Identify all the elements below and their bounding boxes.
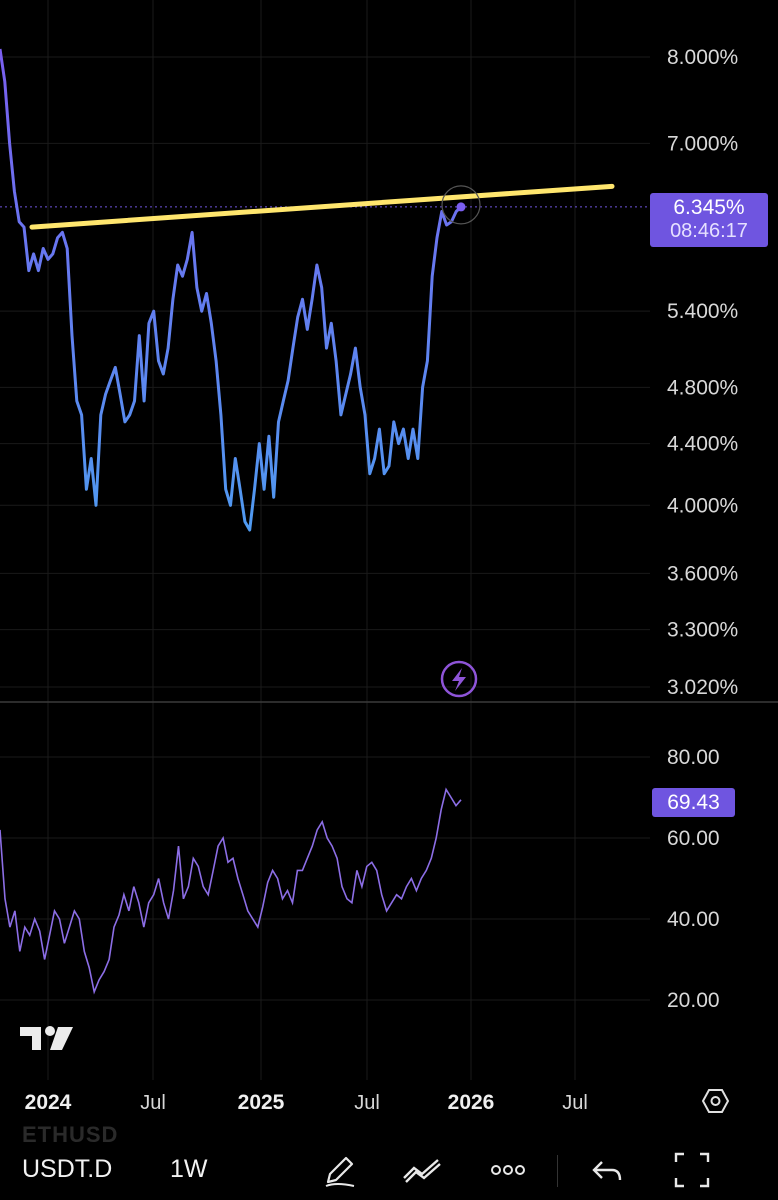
time-tick-label: Jul xyxy=(354,1092,380,1114)
price-series-line xyxy=(0,48,463,532)
rsi-tick-label: 60.00 xyxy=(667,827,720,850)
indicators-icon[interactable] xyxy=(400,1148,444,1192)
timeframe-button[interactable]: 1W xyxy=(170,1155,208,1184)
time-tick-label: Jul xyxy=(140,1092,166,1114)
more-icon[interactable] xyxy=(486,1148,530,1192)
price-tick-label: 3.020% xyxy=(667,676,738,699)
time-tick-label: 2026 xyxy=(448,1091,495,1114)
settings-hexagon-icon[interactable] xyxy=(701,1089,730,1113)
time-tick-label: Jul xyxy=(562,1092,588,1114)
tradingview-logo xyxy=(20,1026,73,1050)
pencil-icon[interactable] xyxy=(318,1148,362,1192)
chart-canvas[interactable]: 8.000% 7.000% 6.345% 5.400% 4.800% 4.400% 4.00… xyxy=(0,0,778,1200)
ghost-symbol: ETHUSD xyxy=(22,1122,119,1147)
rsi-axis: 80.00 60.00 40.00 20.00 xyxy=(667,746,720,1012)
price-tick-label: 4.000% xyxy=(667,494,738,517)
grid xyxy=(0,0,650,1080)
price-axis: 8.000%7.000%6.345%5.400%4.800%4.400%4.00… xyxy=(667,46,738,699)
time-tick-label: 2024 xyxy=(25,1091,72,1114)
last-price-badge: 6.345% 08:46:17 xyxy=(650,193,768,247)
toolbar-separator xyxy=(557,1155,558,1187)
price-tick-label: 3.300% xyxy=(667,619,738,642)
last-price-point xyxy=(456,202,466,212)
rsi-value-badge: 69.43 xyxy=(652,788,735,817)
time-tick-label: 2025 xyxy=(238,1091,285,1114)
rsi-tick-label: 20.00 xyxy=(667,989,720,1012)
fullscreen-icon[interactable] xyxy=(670,1148,714,1192)
rsi-value: 69.43 xyxy=(667,791,720,814)
rsi-tick-label: 40.00 xyxy=(667,908,720,931)
last-price-value: 6.345% xyxy=(673,196,745,219)
price-tick-label: 5.400% xyxy=(667,300,738,323)
price-tick-label: 3.600% xyxy=(667,562,738,585)
price-tick-label: 7.000% xyxy=(667,132,738,155)
symbol-button[interactable]: USDT.D xyxy=(22,1155,112,1184)
rsi-series-line xyxy=(0,787,462,995)
undo-icon[interactable] xyxy=(586,1148,630,1192)
rsi-tick-label: 80.00 xyxy=(667,746,720,769)
price-tick-label: 4.800% xyxy=(667,376,738,399)
price-tick-label: 8.000% xyxy=(667,46,738,69)
time-axis: 2024 Jul 2025 Jul 2026 Jul xyxy=(25,1091,588,1114)
price-tick-label: 4.400% xyxy=(667,433,738,456)
bar-countdown: 08:46:17 xyxy=(670,220,748,242)
